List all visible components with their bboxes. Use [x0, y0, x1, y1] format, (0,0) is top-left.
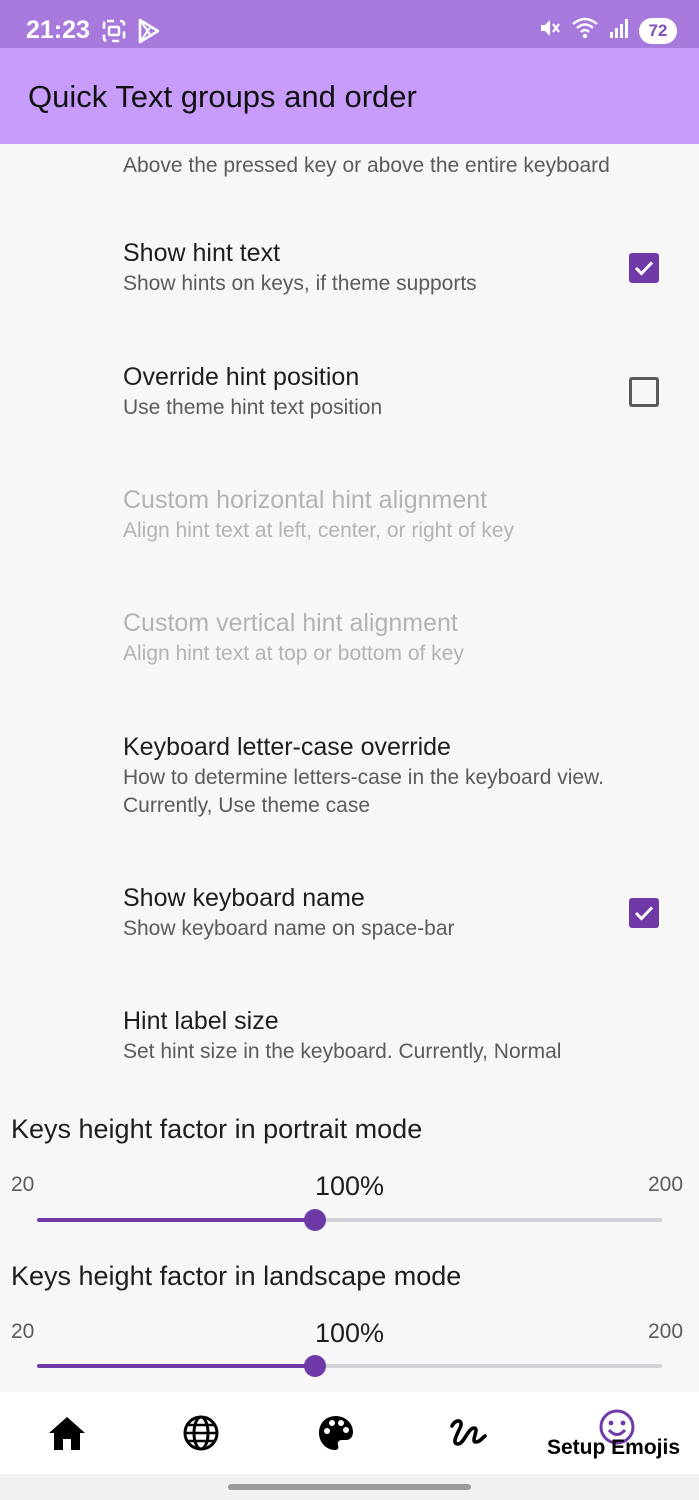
page-title: Quick Text groups and order — [28, 79, 417, 114]
pref-summary: Use theme hint text position — [123, 396, 383, 419]
slider-max-label: 200 — [648, 1173, 684, 1196]
globe-icon — [183, 1415, 219, 1451]
battery-indicator: 72 — [639, 17, 677, 44]
nav-gestures[interactable] — [428, 1392, 508, 1474]
status-bar: 21:23 72 — [0, 0, 699, 48]
pref-override-hint-position[interactable]: Override hint position Use theme hint te… — [123, 362, 699, 422]
pref-title: Custom horizontal hint alignment — [123, 486, 488, 514]
pref-show-keyboard-name[interactable]: Show keyboard name Show keyboard name on… — [123, 883, 699, 943]
pref-summary: Align hint text at left, center, or righ… — [123, 519, 515, 542]
pref-custom-horizontal-hint-alignment: Custom horizontal hint alignment Align h… — [123, 485, 699, 545]
mute-icon — [538, 16, 562, 45]
signal-icon — [608, 17, 630, 44]
home-icon — [49, 1417, 85, 1450]
slider-value-label: 100% — [314, 1318, 385, 1348]
pref-show-hint-text[interactable]: Show hint text Show hints on keys, if th… — [123, 238, 699, 298]
nav-emojis-label: Setup Emojis — [547, 1436, 681, 1459]
play-store-icon — [137, 18, 161, 49]
pref-title: Show keyboard name — [123, 884, 365, 912]
pref-summary: Show keyboard name on space-bar — [123, 917, 455, 940]
pref-popup-position[interactable]: Above the pressed key or above the entir… — [123, 150, 699, 180]
override-hint-position-checkbox[interactable] — [629, 377, 659, 407]
nav-home[interactable] — [27, 1392, 107, 1474]
slider-max-label: 200 — [648, 1320, 684, 1343]
settings-list[interactable]: Above the pressed key or above the entir… — [0, 144, 699, 1392]
slider-fill — [37, 1218, 315, 1222]
wifi-icon — [571, 16, 599, 45]
portrait-height-slider-title: Keys height factor in portrait mode — [11, 1114, 423, 1144]
system-gesture-area — [0, 1474, 699, 1500]
checkmark-icon — [634, 906, 654, 921]
pref-title: Keyboard letter-case override — [123, 733, 451, 761]
home-gesture-bar[interactable] — [228, 1484, 471, 1490]
show-hint-text-checkbox[interactable] — [629, 253, 659, 283]
pref-summary-line2: Currently, Use theme case — [123, 794, 371, 817]
palette-icon — [319, 1416, 353, 1450]
checkmark-icon — [634, 261, 654, 276]
bottom-navigation — [0, 1392, 699, 1474]
slider-value-label: 100% — [314, 1171, 385, 1201]
portrait-height-slider[interactable] — [37, 1209, 662, 1231]
landscape-height-slider[interactable] — [37, 1355, 662, 1377]
pref-summary: Set hint size in the keyboard. Currently… — [123, 1040, 562, 1063]
slider-thumb[interactable] — [303, 1209, 326, 1231]
landscape-height-slider-title: Keys height factor in landscape mode — [11, 1261, 462, 1291]
nav-languages[interactable] — [160, 1392, 240, 1474]
pref-summary: Show hints on keys, if theme supports — [123, 272, 477, 295]
pref-keyboard-letter-case-override[interactable]: Keyboard letter-case override How to det… — [123, 732, 699, 820]
gesture-icon — [450, 1419, 487, 1446]
slider-fill — [37, 1364, 315, 1368]
slider-thumb[interactable] — [303, 1355, 326, 1377]
pref-summary: Align hint text at top or bottom of key — [123, 642, 464, 665]
pref-custom-vertical-hint-alignment: Custom vertical hint alignment Align hin… — [123, 608, 699, 668]
pref-title: Custom vertical hint alignment — [123, 609, 458, 637]
screenshot-icon — [101, 18, 127, 49]
nav-themes[interactable] — [295, 1392, 375, 1474]
status-time: 21:23 — [26, 16, 90, 44]
app-bar: Quick Text groups and order — [0, 48, 699, 144]
pref-hint-label-size[interactable]: Hint label size Set hint size in the key… — [123, 1006, 699, 1066]
pref-summary: Above the pressed key or above the entir… — [123, 154, 610, 177]
pref-title: Hint label size — [123, 1007, 279, 1035]
nav-emojis[interactable] — [578, 1392, 658, 1474]
pref-title: Show hint text — [123, 239, 281, 267]
pref-title: Override hint position — [123, 363, 360, 391]
pref-summary-line1: How to determine letters-case in the key… — [123, 766, 604, 789]
show-keyboard-name-checkbox[interactable] — [629, 898, 659, 928]
